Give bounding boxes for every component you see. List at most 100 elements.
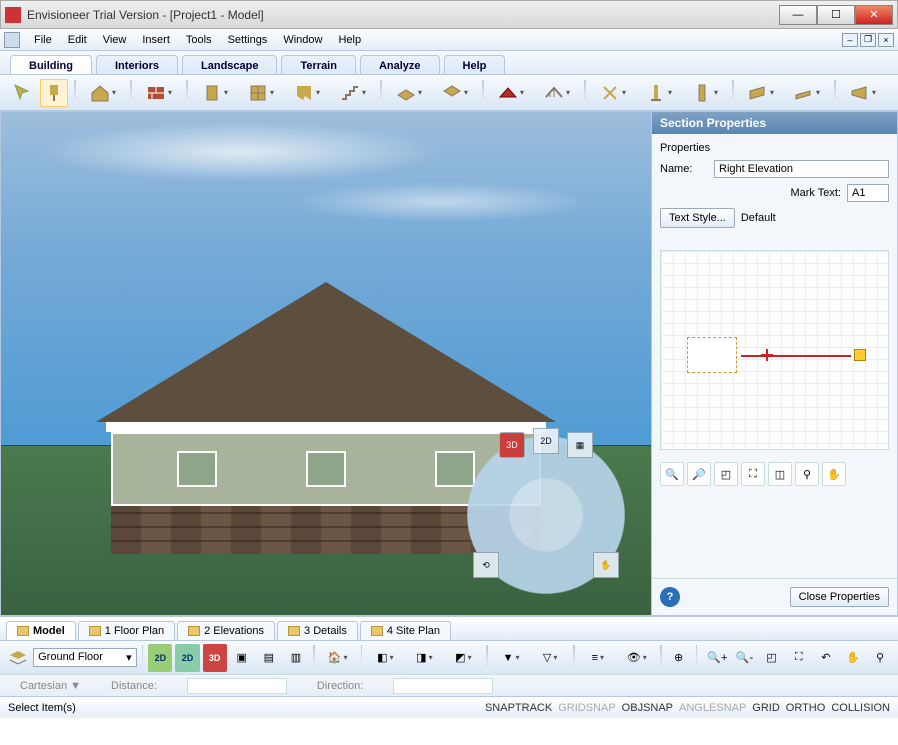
minimize-button[interactable]: — (779, 5, 817, 25)
close-button[interactable]: ✕ (855, 5, 893, 25)
house-wizard-button[interactable] (82, 79, 124, 107)
distance-input[interactable] (187, 678, 287, 694)
door-button[interactable] (194, 79, 236, 107)
status-toggle-snaptrack[interactable]: SNAPTRACK (485, 702, 552, 714)
pv-zoom-window-button[interactable]: ◰ (714, 462, 738, 486)
opening-button[interactable] (286, 79, 328, 107)
navwheel-views-button[interactable]: ▦ (567, 432, 593, 458)
paint-tool-button[interactable] (40, 79, 68, 107)
menu-settings[interactable]: Settings (220, 32, 276, 48)
tab-landscape[interactable]: Landscape (182, 55, 277, 74)
navwheel-3d-button[interactable]: 3D (499, 432, 525, 458)
stair-button[interactable] (332, 79, 374, 107)
help-icon[interactable]: ? (660, 587, 680, 607)
view-2d-button[interactable]: 2D (148, 644, 172, 672)
post-button[interactable] (684, 79, 726, 107)
tab-building[interactable]: Building (10, 55, 92, 74)
doc-tab-floor-plan[interactable]: 1 Floor Plan (78, 621, 175, 640)
menu-file[interactable]: File (26, 32, 60, 48)
doc-tab-details[interactable]: 3 Details (277, 621, 358, 640)
roof-button[interactable] (490, 79, 532, 107)
close-properties-button[interactable]: Close Properties (790, 587, 889, 607)
menu-help[interactable]: Help (330, 32, 369, 48)
status-toggle-grid[interactable]: GRID (752, 702, 780, 714)
beam2-button[interactable] (786, 79, 828, 107)
status-toggle-collision[interactable]: COLLISION (831, 702, 890, 714)
maximize-button[interactable]: ☐ (817, 5, 855, 25)
zoom-fit-button[interactable]: ⛶ (787, 644, 811, 672)
menu-tools[interactable]: Tools (178, 32, 220, 48)
preview-camera-icon[interactable] (687, 337, 737, 373)
navwheel-orbit-button[interactable]: ⟲ (473, 552, 499, 578)
pan-button[interactable]: ✋ (841, 644, 865, 672)
doc-tab-model[interactable]: Model (6, 621, 76, 640)
direction-input[interactable] (393, 678, 493, 694)
wall-button[interactable] (138, 79, 180, 107)
tab-terrain[interactable]: Terrain (281, 55, 355, 74)
column-button[interactable] (638, 79, 680, 107)
pv-zoom-fit-button[interactable]: ⛶ (741, 462, 765, 486)
zoom-prev-button[interactable]: ↶ (814, 644, 838, 672)
nav-toggle-button[interactable]: ⊕ (667, 644, 691, 672)
status-toggle-ortho[interactable]: ORTHO (786, 702, 826, 714)
pv-zoom-sel-button[interactable]: ◫ (768, 462, 792, 486)
zoom-window-button[interactable]: ◰ (760, 644, 784, 672)
preview-origin-icon[interactable] (761, 349, 773, 361)
coord-system-toggle[interactable]: Cartesian ▼ (20, 680, 81, 692)
zoom-realtime-button[interactable]: ⚲ (868, 644, 892, 672)
text-style-button[interactable]: Text Style... (660, 208, 735, 228)
view-3d-button[interactable]: 3D (203, 644, 227, 672)
truss-button[interactable] (842, 79, 884, 107)
section-cut-button[interactable]: ▥ (284, 644, 308, 672)
walk-button[interactable]: ▼ (493, 644, 529, 672)
pv-zoom-realtime-button[interactable]: ⚲ (795, 462, 819, 486)
menu-edit[interactable]: Edit (60, 32, 95, 48)
pv-pan-button[interactable]: ✋ (822, 462, 846, 486)
mdi-minimize-button[interactable]: – (842, 33, 858, 47)
mdi-close-button[interactable]: × (878, 33, 894, 47)
select-tool-button[interactable] (8, 79, 36, 107)
navwheel-pan-button[interactable]: ✋ (593, 552, 619, 578)
floor-combo[interactable]: Ground Floor▾ (33, 648, 137, 667)
menu-insert[interactable]: Insert (134, 32, 178, 48)
zoom-out-button[interactable]: 🔍- (732, 644, 756, 672)
section-new-button[interactable]: ▣ (230, 644, 254, 672)
beam-button[interactable] (740, 79, 782, 107)
menu-window[interactable]: Window (275, 32, 330, 48)
column-plan-button[interactable] (592, 79, 634, 107)
status-toggle-objsnap[interactable]: OBJSNAP (622, 702, 673, 714)
doc-tab-elevations[interactable]: 2 Elevations (177, 621, 275, 640)
pv-zoom-out-button[interactable]: 🔎 (687, 462, 711, 486)
layers2-button[interactable]: ≡ (580, 644, 616, 672)
ceiling-button[interactable] (434, 79, 476, 107)
nav-wheel[interactable]: 3D 2D ▦ ⟲ ✋ (461, 430, 631, 600)
viewport-3d[interactable]: 3D 2D ▦ ⟲ ✋ (0, 111, 652, 616)
camera3-button[interactable]: ◩ (445, 644, 481, 672)
look-button[interactable]: ▽ (532, 644, 568, 672)
navwheel-2d-button[interactable]: 2D (533, 428, 559, 454)
camera2-button[interactable]: ◨ (406, 644, 442, 672)
framing-button[interactable] (536, 79, 578, 107)
mdi-restore-button[interactable]: ❐ (860, 33, 876, 47)
visibility-button[interactable]: 👁 (619, 644, 655, 672)
pv-zoom-in-button[interactable]: 🔍 (660, 462, 684, 486)
mark-text-input[interactable] (847, 184, 889, 202)
status-toggle-anglesnap[interactable]: ANGLESNAP (679, 702, 746, 714)
tab-interiors[interactable]: Interiors (96, 55, 178, 74)
section-preview[interactable] (660, 250, 889, 450)
tab-analyze[interactable]: Analyze (360, 55, 440, 74)
tab-help[interactable]: Help (444, 55, 506, 74)
floor-button[interactable] (388, 79, 430, 107)
zoom-in-button[interactable]: 🔍+ (705, 644, 729, 672)
doc-tab-site-plan[interactable]: 4 Site Plan (360, 621, 451, 640)
name-input[interactable] (714, 160, 889, 178)
elevation-button[interactable]: 🏠 (320, 644, 356, 672)
section-move-button[interactable]: ▤ (257, 644, 281, 672)
status-toggle-gridsnap[interactable]: GRIDSNAP (558, 702, 615, 714)
menu-view[interactable]: View (95, 32, 135, 48)
layers-button[interactable] (6, 644, 30, 672)
window-button[interactable] (240, 79, 282, 107)
view-2d-plan-button[interactable]: 2D (175, 644, 199, 672)
camera1-button[interactable]: ◧ (367, 644, 403, 672)
preview-target-icon[interactable] (854, 349, 866, 361)
